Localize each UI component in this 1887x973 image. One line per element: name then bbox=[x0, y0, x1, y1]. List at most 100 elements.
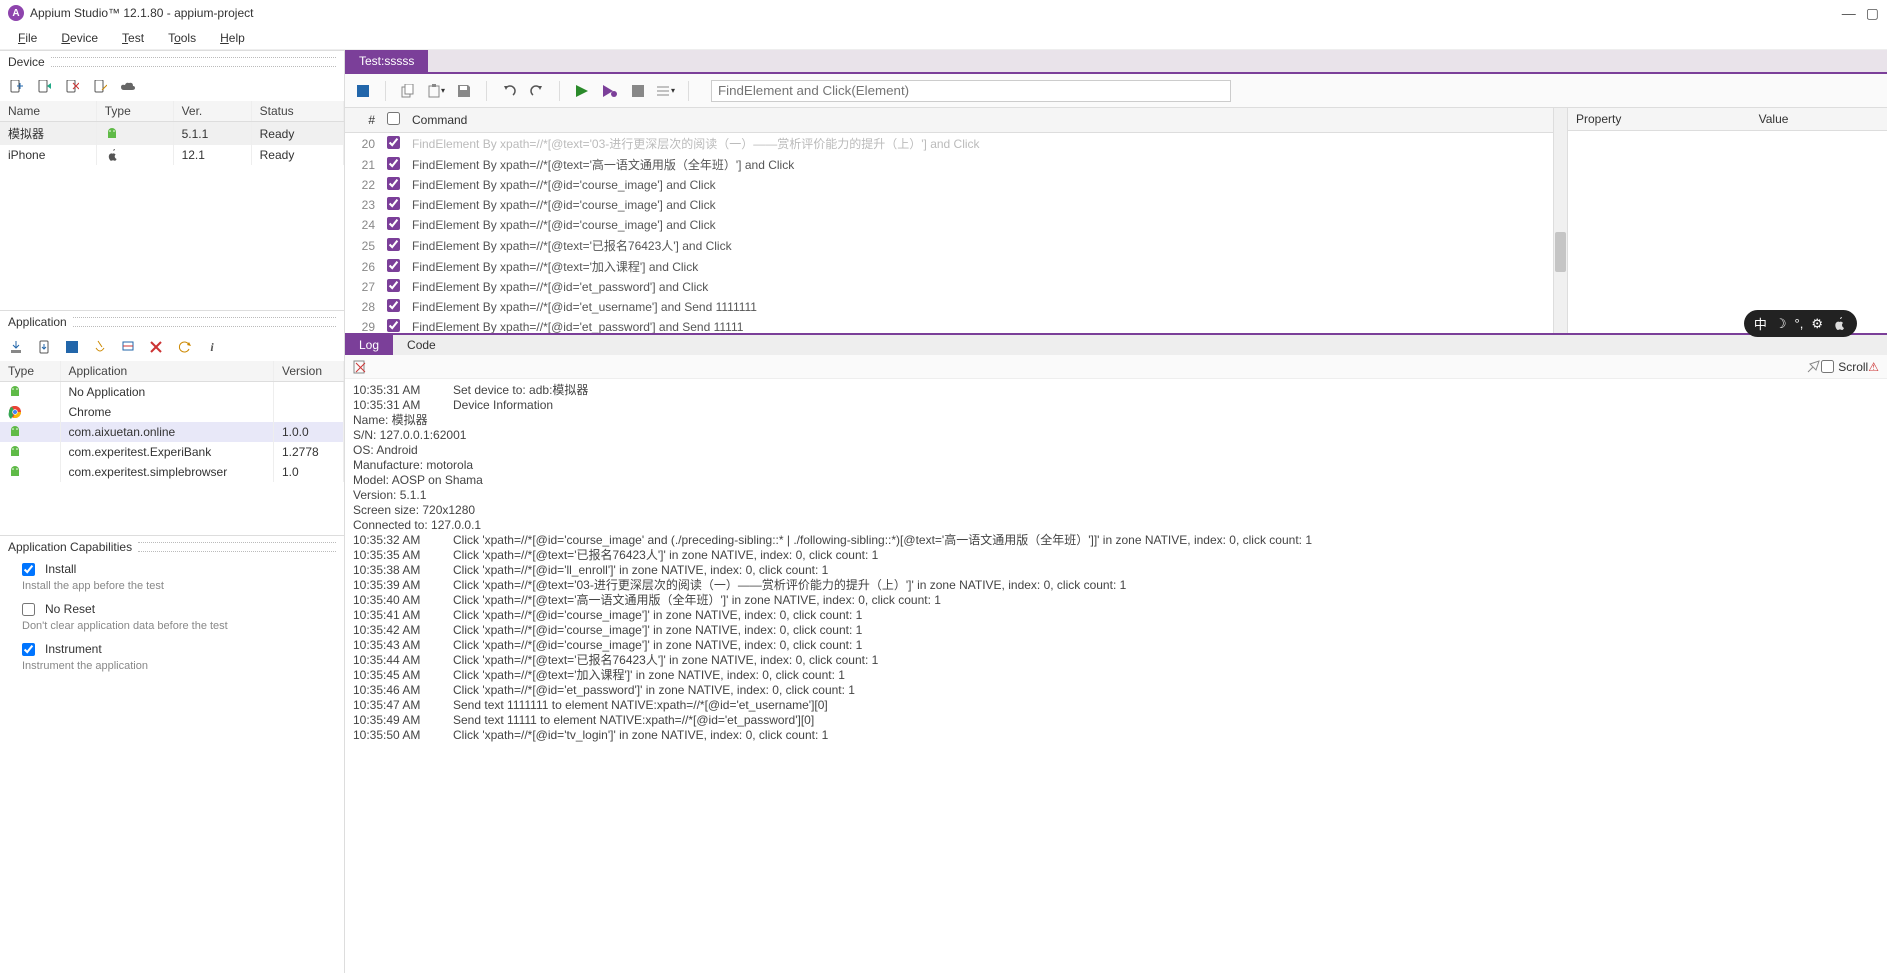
run-icon[interactable] bbox=[572, 81, 592, 101]
import-app-icon[interactable] bbox=[8, 339, 24, 355]
command-row[interactable]: 21FindElement By xpath=//*[@text='高一语文通用… bbox=[345, 154, 1553, 175]
menu-tools[interactable]: Tools bbox=[156, 28, 208, 47]
copy-icon[interactable] bbox=[398, 81, 418, 101]
cmd-enable-checkbox[interactable] bbox=[387, 279, 400, 292]
stop-icon[interactable] bbox=[353, 81, 373, 101]
device-col-name[interactable]: Name bbox=[0, 101, 96, 122]
cmd-enable-checkbox[interactable] bbox=[387, 136, 400, 149]
log-message: Click 'xpath=//*[@text='高一语文通用版（全年班）']' … bbox=[453, 593, 941, 608]
cloud-device-icon[interactable] bbox=[120, 79, 136, 95]
menu-test[interactable]: Test bbox=[110, 28, 156, 47]
app-row[interactable]: com.experitest.ExperiBank1.2778 bbox=[0, 442, 344, 462]
cmd-enable-checkbox[interactable] bbox=[387, 157, 400, 170]
props-col-value[interactable]: Value bbox=[1751, 108, 1887, 131]
save-icon[interactable] bbox=[454, 81, 474, 101]
install-checkbox[interactable] bbox=[22, 563, 35, 576]
cmd-scroll-thumb[interactable] bbox=[1555, 232, 1566, 272]
log-area[interactable]: 10:35:31 AMSet device to: adb:模拟器10:35:3… bbox=[345, 379, 1887, 973]
redo-icon[interactable] bbox=[527, 81, 547, 101]
log-warn-icon[interactable]: ⚠ bbox=[1868, 360, 1879, 374]
props-col-property[interactable]: Property bbox=[1568, 108, 1751, 131]
device-col-status[interactable]: Status bbox=[251, 101, 343, 122]
log-settings-icon[interactable] bbox=[1807, 360, 1821, 374]
scroll-checkbox[interactable] bbox=[1821, 360, 1834, 373]
cmd-col-command[interactable]: Command bbox=[406, 108, 1553, 133]
ime-zh-icon[interactable]: 中 bbox=[1754, 314, 1767, 333]
ime-gear-icon[interactable]: ⚙ bbox=[1811, 316, 1823, 332]
app-row[interactable]: com.experitest.simplebrowser1.0 bbox=[0, 462, 344, 482]
tab-code[interactable]: Code bbox=[393, 335, 450, 355]
cmd-col-num[interactable]: # bbox=[345, 108, 381, 133]
stop-app-icon[interactable] bbox=[64, 339, 80, 355]
sync-app-icon[interactable] bbox=[176, 339, 192, 355]
cmd-enable-checkbox[interactable] bbox=[387, 238, 400, 251]
device-row[interactable]: 模拟器5.1.1Ready bbox=[0, 122, 344, 146]
app-row[interactable]: No Application bbox=[0, 382, 344, 403]
delete-app-icon[interactable] bbox=[148, 339, 164, 355]
command-row[interactable]: 26FindElement By xpath=//*[@text='加入课程']… bbox=[345, 256, 1553, 277]
instrument-checkbox[interactable] bbox=[22, 643, 35, 656]
undo-icon[interactable] bbox=[499, 81, 519, 101]
menu-device[interactable]: Device bbox=[49, 28, 110, 47]
app-row[interactable]: com.aixuetan.online1.0.0 bbox=[0, 422, 344, 442]
info-app-icon[interactable]: i bbox=[204, 339, 220, 355]
device-row[interactable]: iPhone12.1Ready bbox=[0, 145, 344, 165]
maximize-button[interactable]: ▢ bbox=[1866, 5, 1879, 22]
run-debug-icon[interactable] bbox=[600, 81, 620, 101]
install-app-icon[interactable] bbox=[36, 339, 52, 355]
paste-icon[interactable]: ▾ bbox=[426, 81, 446, 101]
ime-comma-icon[interactable]: °, bbox=[1795, 316, 1804, 331]
device-name: iPhone bbox=[0, 145, 96, 165]
cmd-scrollbar[interactable] bbox=[1553, 108, 1567, 333]
clean-app-icon[interactable] bbox=[92, 339, 108, 355]
command-row[interactable]: 22FindElement By xpath=//*[@id='course_i… bbox=[345, 175, 1553, 195]
cmd-line-num: 21 bbox=[345, 154, 381, 175]
command-row[interactable]: 23FindElement By xpath=//*[@id='course_i… bbox=[345, 195, 1553, 215]
cmd-enable-checkbox[interactable] bbox=[387, 259, 400, 272]
menu-help[interactable]: Help bbox=[208, 28, 257, 47]
remove-device-icon[interactable] bbox=[64, 79, 80, 95]
ime-moon-icon[interactable]: ☽ bbox=[1775, 316, 1787, 332]
log-line: 10:35:46 AMClick 'xpath=//*[@id='et_pass… bbox=[353, 683, 1879, 698]
app-row[interactable]: Chrome bbox=[0, 402, 344, 422]
log-line: 10:35:31 AMSet device to: adb:模拟器 bbox=[353, 383, 1879, 398]
log-message: Click 'xpath=//*[@text='已报名76423人']' in … bbox=[453, 653, 878, 668]
app-type-icon bbox=[0, 442, 60, 462]
app-col-name[interactable]: Application bbox=[60, 361, 274, 382]
add-device-icon[interactable] bbox=[8, 79, 24, 95]
app-col-ver[interactable]: Version bbox=[274, 361, 344, 382]
noreset-checkbox[interactable] bbox=[22, 603, 35, 616]
play-device-icon[interactable] bbox=[36, 79, 52, 95]
device-col-type[interactable]: Type bbox=[96, 101, 173, 122]
clear-log-icon[interactable] bbox=[353, 360, 367, 374]
cmd-col-check[interactable] bbox=[381, 108, 406, 133]
command-row[interactable]: 24FindElement By xpath=//*[@id='course_i… bbox=[345, 215, 1553, 235]
device-col-ver[interactable]: Ver. bbox=[173, 101, 251, 122]
ime-floating-bar[interactable]: 中 ☽ °, ⚙ bbox=[1744, 310, 1857, 337]
cmd-enable-checkbox[interactable] bbox=[387, 319, 400, 332]
command-row[interactable]: 29FindElement By xpath=//*[@id='et_passw… bbox=[345, 317, 1553, 333]
log-timestamp: 10:35:31 AM bbox=[353, 398, 437, 413]
command-row[interactable]: 28FindElement By xpath=//*[@id='et_usern… bbox=[345, 297, 1553, 317]
build-app-icon[interactable] bbox=[120, 339, 136, 355]
command-search-input[interactable] bbox=[711, 80, 1231, 102]
command-row[interactable]: 27FindElement By xpath=//*[@id='et_passw… bbox=[345, 277, 1553, 297]
command-row[interactable]: 20FindElement By xpath=//*[@text='03-进行更… bbox=[345, 133, 1553, 155]
tab-log[interactable]: Log bbox=[345, 335, 393, 355]
minimize-button[interactable]: — bbox=[1842, 5, 1856, 21]
ime-apple-icon[interactable] bbox=[1831, 316, 1847, 332]
cmd-enable-checkbox[interactable] bbox=[387, 197, 400, 210]
editor-tab[interactable]: Test:sssss bbox=[345, 50, 428, 72]
command-row[interactable]: 25FindElement By xpath=//*[@text='已报名764… bbox=[345, 235, 1553, 256]
app-col-type[interactable]: Type bbox=[0, 361, 60, 382]
cmd-enable-checkbox[interactable] bbox=[387, 177, 400, 190]
edit-device-icon[interactable] bbox=[92, 79, 108, 95]
cmd-enable-checkbox[interactable] bbox=[387, 299, 400, 312]
editor-tab-strip: Test:sssss bbox=[345, 50, 1887, 74]
options-icon[interactable]: ▾ bbox=[656, 81, 676, 101]
stop-run-icon[interactable] bbox=[628, 81, 648, 101]
menu-file[interactable]: File bbox=[6, 28, 49, 47]
cmd-enable-checkbox[interactable] bbox=[387, 217, 400, 230]
cmd-check-all[interactable] bbox=[387, 112, 400, 125]
application-panel-header: Application bbox=[0, 311, 344, 333]
